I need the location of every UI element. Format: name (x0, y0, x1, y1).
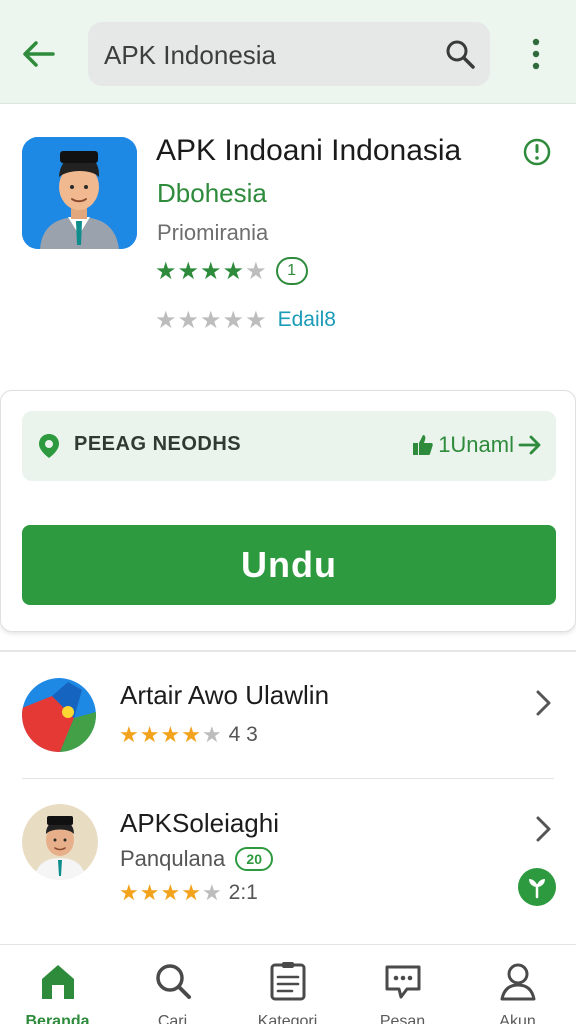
star-icon: ★ (139, 880, 161, 905)
star-empty-icon: ★ (177, 306, 201, 334)
related-app-title: APKSoleiaghi (120, 808, 279, 838)
arrow-right-icon (518, 435, 541, 455)
home-icon (42, 965, 74, 999)
search-query: APK Indonesia (104, 40, 277, 70)
rating-stars: ★★★★★ (119, 880, 223, 906)
promo-banner[interactable]: PEEAG NEODHS 1Unaml (22, 411, 556, 481)
star-empty-icon: ★ (155, 306, 178, 334)
person-icon (500, 963, 536, 1001)
star-icon: ★ (119, 722, 140, 747)
info-icon[interactable] (522, 137, 552, 167)
nav-item-search[interactable]: Cari (115, 945, 230, 1024)
bottom-navigation: Beranda Cari Kategori Pesan Akun (0, 944, 576, 1024)
star-icon: ★ (160, 880, 182, 905)
related-app-rating: ★★★★★ 4 3 (119, 722, 258, 748)
star-icon: ★ (200, 257, 223, 285)
chevron-right-icon[interactable] (530, 814, 556, 844)
star-icon: ★ (177, 257, 201, 285)
app-icon (22, 137, 137, 249)
thumbs-up-icon (413, 435, 433, 455)
search-icon (156, 964, 191, 999)
nav-label: Pesan (379, 1013, 426, 1024)
app-developer-link[interactable]: Dbohesia (157, 178, 267, 209)
related-app-title: Artair Awo Ulawlin (120, 680, 330, 710)
secondary-rating-row: ★ ★ ★ ★ ★ Edail8 (155, 305, 336, 335)
related-app-subtitle-row: Panqulana 20 (120, 846, 274, 872)
rating-stars: ★ ★ ★ ★ ★ (155, 257, 268, 286)
star-icon: ★ (181, 722, 202, 747)
app-title: APK Indoani Indonasia (156, 134, 462, 167)
star-empty-icon: ★ (222, 306, 246, 334)
promo-action[interactable]: 1Unaml (412, 429, 542, 461)
star-empty-icon: ★ (245, 257, 268, 285)
rating-stars: ★★★★★ (119, 722, 223, 748)
related-app-subtitle: Panqulana (120, 846, 226, 871)
star-icon: ★ (139, 722, 161, 747)
star-empty-icon: ★ (245, 306, 268, 334)
nav-item-account[interactable]: Akun (460, 945, 575, 1024)
back-arrow-icon (23, 41, 55, 67)
star-icon: ★ (181, 880, 202, 905)
list-item[interactable]: APKSoleiaghi Panqulana 20 ★★★★★ 2:1 (0, 780, 576, 906)
nav-label: Kategori (257, 1013, 318, 1024)
related-app-icon (22, 678, 96, 752)
star-empty-icon: ★ (201, 722, 223, 747)
star-icon: ★ (160, 722, 182, 747)
more-vert-icon (532, 38, 540, 70)
details-link[interactable]: Edail8 (278, 308, 336, 332)
chat-icon (385, 965, 421, 999)
leaf-badge-icon[interactable] (518, 868, 556, 906)
map-app-icon (22, 678, 96, 752)
rating-count: 4 3 (228, 723, 258, 746)
list-item[interactable]: Artair Awo Ulawlin ★★★★★ 4 3 (0, 652, 576, 776)
more-options-button[interactable] (520, 34, 552, 74)
star-icon: ★ (119, 880, 140, 905)
nav-label: Akun (499, 1013, 536, 1024)
app-rating-row: ★ ★ ★ ★ ★ 1 (155, 256, 308, 286)
plant-icon (529, 879, 545, 899)
search-icon[interactable] (444, 38, 476, 70)
star-icon: ★ (155, 257, 178, 285)
back-button[interactable] (18, 34, 58, 74)
top-bar: APK Indonesia (0, 0, 576, 104)
location-pin-icon (39, 434, 59, 458)
related-app-icon (22, 804, 98, 880)
star-empty-icon: ★ (200, 306, 223, 334)
avatar-icon (22, 804, 98, 880)
star-empty-icon: ★ (201, 880, 223, 905)
nav-item-messages[interactable]: Pesan (345, 945, 460, 1024)
secondary-stars: ★ ★ ★ ★ ★ (155, 306, 268, 335)
chevron-right-icon[interactable] (530, 688, 556, 718)
list-divider (22, 778, 554, 779)
rating-count: 2:1 (228, 881, 258, 904)
nav-label: Beranda (25, 1013, 90, 1024)
promo-action-label: 1Unaml (438, 432, 514, 457)
install-card: PEEAG NEODHS 1Unaml Undu (0, 390, 576, 632)
avatar-illustration (22, 137, 137, 249)
app-category: Priomirania (157, 220, 269, 245)
nav-label: Cari (157, 1013, 188, 1024)
related-app-rating: ★★★★★ 2:1 (119, 880, 258, 906)
search-input[interactable]: APK Indonesia (88, 22, 490, 86)
promo-label: PEEAG NEODHS (74, 433, 242, 455)
rating-count-badge: 1 (275, 257, 308, 285)
star-icon: ★ (222, 257, 246, 285)
nav-item-home[interactable]: Beranda (0, 945, 115, 1024)
install-button[interactable]: Undu (22, 525, 556, 605)
list-icon (270, 962, 306, 1001)
nav-item-categories[interactable]: Kategori (230, 945, 345, 1024)
status-badge: 20 (235, 847, 274, 871)
